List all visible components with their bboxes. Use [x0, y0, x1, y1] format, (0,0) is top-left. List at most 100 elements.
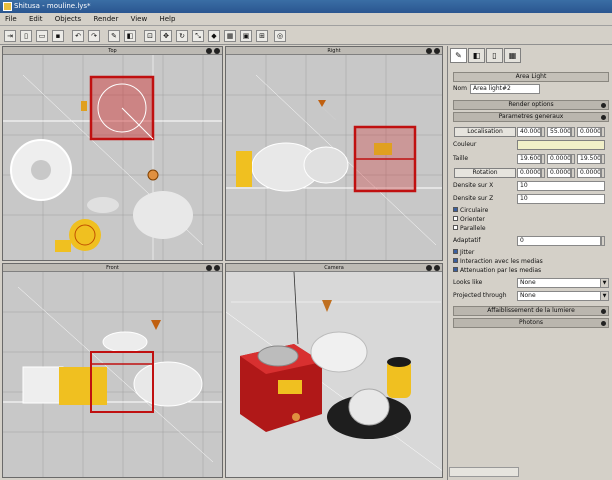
section-label: Parametres generaux: [498, 113, 564, 120]
minimize-icon[interactable]: [206, 265, 212, 271]
checkbox-icon: [453, 249, 458, 254]
projected-select[interactable]: None ▼: [517, 291, 609, 301]
viewport-header: Top: [3, 47, 222, 55]
window-title: Shitusa - mouline.lys*: [14, 2, 91, 10]
parallele-checkbox[interactable]: Parallele: [453, 224, 609, 234]
spin-y[interactable]: [571, 127, 575, 137]
menu-view[interactable]: View: [126, 13, 153, 26]
viewport-top[interactable]: Top: [2, 46, 223, 261]
section-attenuation[interactable]: Affaiblissement de la lumiere: [453, 306, 609, 316]
render-preview-icon[interactable]: ◎: [274, 30, 286, 42]
rotation-z[interactable]: 0.0000: [577, 168, 601, 178]
spin-adaptatif[interactable]: [601, 236, 605, 246]
taille-z[interactable]: 19.500: [577, 154, 601, 164]
spin-z[interactable]: [601, 127, 605, 137]
menu-file[interactable]: File: [0, 13, 22, 26]
app-icon: [3, 2, 12, 11]
redo-icon[interactable]: ↷: [88, 30, 100, 42]
checkbox-icon: [453, 267, 458, 272]
localisation-button[interactable]: Localisation: [454, 127, 516, 137]
densite-x-input[interactable]: 10: [517, 181, 605, 191]
select-icon[interactable]: ⊡: [144, 30, 156, 42]
name-input[interactable]: Area light#2: [470, 84, 540, 94]
tab-materials[interactable]: ▦: [504, 48, 521, 63]
group-icon[interactable]: ▦: [224, 30, 236, 42]
section-render-options[interactable]: Render options: [453, 100, 609, 110]
maximize-icon[interactable]: [214, 265, 220, 271]
maximize-icon[interactable]: [434, 48, 440, 54]
maximize-icon[interactable]: [434, 265, 440, 271]
section-general[interactable]: Parametres generaux: [453, 112, 609, 122]
taille-y[interactable]: 0.0000: [547, 154, 571, 164]
select-value: None: [520, 292, 536, 299]
spin-y[interactable]: [571, 168, 575, 178]
expand-icon: [601, 309, 606, 314]
front-scene: [3, 272, 222, 477]
status-field: [449, 467, 519, 477]
spin-x[interactable]: [541, 154, 545, 164]
checkbox-icon: [453, 258, 458, 263]
move-icon[interactable]: ✥: [160, 30, 172, 42]
maximize-icon[interactable]: [214, 48, 220, 54]
toolbar: ⇥ ▯ ▭ ▪ ↶ ↷ ✎ ◧ ⊡ ✥ ↻ ⤡ ◆ ▦ ▣ ⊞ ◎: [0, 27, 612, 45]
minimize-icon[interactable]: [426, 48, 432, 54]
minimize-icon[interactable]: [206, 48, 212, 54]
projected-label: Projected through: [453, 292, 507, 299]
menu-help[interactable]: Help: [154, 13, 180, 26]
localisation-x[interactable]: 40.000: [517, 127, 541, 137]
checkbox-label: Jitter: [460, 249, 475, 256]
undo-icon[interactable]: ↶: [72, 30, 84, 42]
minimize-icon[interactable]: [426, 265, 432, 271]
color-swatch[interactable]: [517, 140, 605, 150]
spin-z[interactable]: [601, 154, 605, 164]
menu-objects[interactable]: Objects: [50, 13, 86, 26]
section-photons[interactable]: Photons: [453, 318, 609, 328]
rotation-y[interactable]: 0.0000: [547, 168, 571, 178]
tab-document[interactable]: ▯: [486, 48, 503, 63]
taille-label: Taille: [453, 155, 469, 162]
new-file-icon[interactable]: ▯: [20, 30, 32, 42]
open-folder-icon[interactable]: ▭: [36, 30, 48, 42]
checkbox-label: Parallele: [460, 225, 486, 232]
camera-icon[interactable]: ▣: [240, 30, 252, 42]
tab-render[interactable]: ◧: [468, 48, 485, 63]
viewport-title: Top: [108, 48, 117, 54]
exit-icon[interactable]: ⇥: [4, 30, 16, 42]
object-icon[interactable]: ◆: [208, 30, 220, 42]
spin-x[interactable]: [541, 168, 545, 178]
camera-scene: [226, 272, 442, 471]
section-label: Photons: [518, 319, 544, 326]
rotation-x[interactable]: 0.0000: [517, 168, 541, 178]
menu-render[interactable]: Render: [88, 13, 123, 26]
adaptatif-input[interactable]: 0: [517, 236, 601, 246]
properties-panel: ✎ ◧ ▯ ▦ Area Light Nom Area light#2 Render …: [447, 46, 612, 480]
section-label: Render options: [508, 101, 554, 108]
spin-y[interactable]: [571, 154, 575, 164]
checkbox-label: Orienter: [460, 216, 485, 223]
scale-icon[interactable]: ⤡: [192, 30, 204, 42]
localisation-z[interactable]: 0.0000: [577, 127, 601, 137]
top-scene: [3, 55, 222, 260]
menu-bar: File Edit Objects Render View Help: [0, 13, 612, 26]
edit-icon[interactable]: ✎: [108, 30, 120, 42]
panel-header-title: Area Light: [515, 73, 547, 80]
spin-x[interactable]: [541, 127, 545, 137]
spin-z[interactable]: [601, 168, 605, 178]
expand-icon: [601, 103, 606, 108]
render-icon[interactable]: ◧: [124, 30, 136, 42]
rotation-button[interactable]: Rotation: [454, 168, 516, 178]
menu-edit[interactable]: Edit: [24, 13, 48, 26]
viewport-front[interactable]: Front: [2, 263, 223, 478]
attenuation-medias-checkbox[interactable]: Attenuation par les medias: [453, 266, 609, 276]
viewport-camera[interactable]: Camera: [225, 263, 443, 478]
looks-like-select[interactable]: None ▼: [517, 278, 609, 288]
tab-properties[interactable]: ✎: [450, 48, 467, 63]
localisation-y[interactable]: 55.000: [547, 127, 571, 137]
taille-x[interactable]: 19.600: [517, 154, 541, 164]
save-icon[interactable]: ▪: [52, 30, 64, 42]
grid-icon[interactable]: ⊞: [256, 30, 268, 42]
checkbox-label: Interaction avec les medias: [460, 258, 543, 265]
viewport-right[interactable]: Right: [225, 46, 443, 261]
rotate-icon[interactable]: ↻: [176, 30, 188, 42]
densite-z-input[interactable]: 10: [517, 194, 605, 204]
